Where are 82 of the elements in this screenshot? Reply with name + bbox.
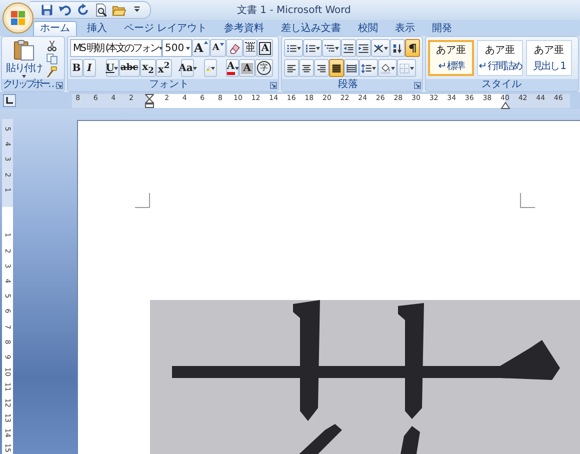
left-tab-icon	[6, 97, 13, 104]
ribbon-tab[interactable]: 差し込み文書	[274, 21, 348, 36]
align-right-icon	[316, 62, 327, 74]
line-spacing-button[interactable]	[359, 59, 378, 77]
font-color-button[interactable]: A	[226, 59, 240, 77]
multilevel-list-icon	[324, 42, 335, 54]
save-icon[interactable]	[40, 3, 54, 17]
group-label: フォント	[148, 79, 190, 91]
font-size-field[interactable]: 500	[162, 39, 192, 57]
ribbon-tab[interactable]: 校閲	[351, 21, 386, 36]
indent-marker[interactable]	[145, 94, 154, 108]
align-left-button[interactable]	[284, 59, 299, 77]
paint-bucket-icon	[380, 62, 391, 74]
style-tile[interactable]: あア亜 ↵ 標準	[428, 40, 474, 76]
bulleted-list-icon	[286, 42, 297, 54]
ribbon-tab[interactable]: 表示	[388, 21, 422, 36]
grow-font-button[interactable]: A	[192, 39, 210, 57]
group-label: スタイル	[480, 79, 522, 91]
decrease-indent-button[interactable]	[341, 39, 356, 57]
redo-icon[interactable]	[76, 3, 90, 17]
window-title: 文書 1 - Microsoft Word	[237, 4, 351, 17]
character-border-button[interactable]: A	[257, 39, 274, 57]
center-button[interactable]	[299, 59, 314, 77]
magnifier-page-icon[interactable]	[94, 3, 108, 17]
borders-icon	[399, 62, 410, 74]
enclose-character-button[interactable]: 字	[255, 59, 274, 77]
paragraph-mark-icon	[407, 42, 418, 54]
highlight-button[interactable]	[204, 59, 217, 77]
clipboard-icon	[12, 40, 36, 61]
show-marks-button[interactable]	[405, 39, 420, 57]
font-name-field[interactable]: MS 明朝 (本文のフォン	[70, 39, 162, 57]
sort-icon	[392, 42, 403, 54]
eraser-icon	[228, 42, 242, 54]
distribute-button[interactable]	[344, 59, 359, 77]
shading-button[interactable]	[378, 59, 397, 77]
margin-corner-mark	[520, 193, 535, 208]
increase-indent-icon	[358, 42, 369, 54]
bullets-button[interactable]	[284, 39, 303, 57]
increase-indent-button[interactable]	[356, 39, 371, 57]
dialog-launcher-icon[interactable]	[414, 82, 421, 88]
ribbon-tab[interactable]: ホーム	[33, 21, 77, 36]
style-tile[interactable]: あア亜 ↵ 行間詰め	[477, 40, 523, 76]
asian-layout-button[interactable]	[371, 39, 390, 57]
numbering-button[interactable]	[303, 39, 322, 57]
align-left-icon	[286, 62, 297, 74]
underline-button[interactable]: U	[106, 59, 119, 77]
numbered-list-icon	[305, 42, 316, 54]
italic-button[interactable]: I	[83, 59, 96, 77]
clear-formatting-button[interactable]	[226, 39, 244, 57]
margin-corner-mark	[135, 193, 150, 208]
undo-icon[interactable]	[58, 3, 72, 17]
bold-button[interactable]: B	[70, 59, 83, 77]
superscript-button[interactable]: x$^{2}$	[156, 59, 172, 77]
tab-selector-button[interactable]	[3, 94, 16, 107]
strikethrough-button[interactable]: abc	[118, 59, 140, 77]
character-shading-button[interactable]: A	[239, 59, 256, 77]
ribbon-tab[interactable]: ページ レイアウト	[117, 21, 214, 36]
phonetic-guide-button[interactable]: 亜	[243, 39, 258, 57]
line-spacing-icon	[361, 62, 372, 74]
ribbon-tab[interactable]: 参考資料	[217, 21, 272, 36]
align-right-button[interactable]	[314, 59, 329, 77]
style-tile[interactable]: あア亜 見出し 1	[526, 40, 572, 76]
ribbon-tab[interactable]: 挿入	[80, 21, 114, 36]
subscript-button[interactable]: x$_{2}$	[140, 59, 156, 77]
group-label: 段落	[337, 79, 359, 91]
multilevel-list-button[interactable]	[322, 39, 341, 57]
dialog-launcher-icon[interactable]	[270, 82, 277, 88]
sort-button[interactable]	[390, 39, 405, 57]
ribbon-tab[interactable]: 開発	[425, 21, 460, 36]
copy-icon[interactable]	[46, 53, 58, 65]
group-label: クリップボー…	[2, 79, 56, 91]
change-case-button[interactable]: Aa	[181, 59, 194, 77]
justify-icon	[331, 62, 342, 74]
scissors-icon[interactable]	[46, 40, 58, 52]
align-center-icon	[301, 62, 312, 74]
justify-button[interactable]	[329, 59, 344, 77]
paintbrush-icon[interactable]	[46, 66, 58, 78]
dialog-launcher-icon[interactable]	[56, 82, 63, 88]
cross-layout-icon	[373, 42, 384, 54]
shrink-font-button[interactable]: A	[210, 39, 226, 57]
distribute-icon	[346, 62, 357, 74]
decrease-indent-icon	[343, 42, 354, 54]
